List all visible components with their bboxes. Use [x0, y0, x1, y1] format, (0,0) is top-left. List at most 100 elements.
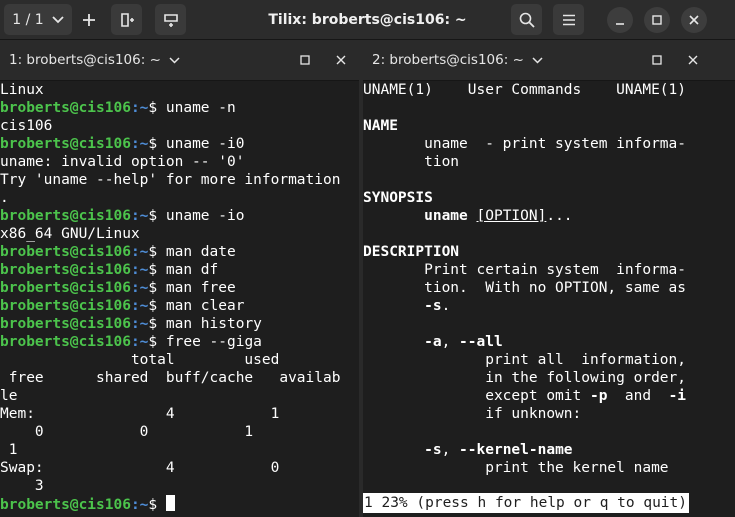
prompt-user: broberts@cis106	[0, 334, 131, 350]
prompt-command: $ free --giga	[148, 334, 262, 350]
window-title: Tilix: broberts@cis106: ~	[268, 12, 467, 28]
prompt-path: :~	[130, 100, 149, 116]
prompt-line: broberts@cis106:~$	[0, 495, 359, 513]
maximize-icon	[300, 55, 310, 65]
prompt-user: broberts@cis106	[0, 280, 131, 296]
output-line: uname: invalid option -- '0'	[0, 154, 245, 170]
man-line: in the following order,	[363, 370, 687, 386]
man-option: -s	[424, 442, 442, 458]
session-label: 1 / 1	[12, 11, 44, 28]
prompt-line: broberts@cis106:~$ man free	[0, 279, 359, 297]
output-line: Mem: 4 1	[0, 406, 280, 422]
prompt-command: $ uname -io	[148, 208, 245, 224]
right-terminal[interactable]: UNAME(1) User Commands UNAME(1) NAME unam…	[363, 81, 735, 517]
right-terminal-scrollbar[interactable]	[727, 81, 735, 517]
right-pane-maximize-button[interactable]	[646, 49, 668, 71]
prompt-command: $	[148, 497, 166, 513]
add-terminal-down-icon	[163, 13, 178, 27]
search-icon	[519, 12, 535, 28]
pager-status-line: 1 23% (press h for help or q to quit)	[363, 493, 690, 513]
prompt-user: broberts@cis106	[0, 208, 131, 224]
left-pane-close-button[interactable]	[330, 49, 352, 71]
man-line: except omit -p and -i	[363, 387, 735, 405]
output-line: 3	[0, 478, 44, 494]
prompt-command: $ man free	[148, 280, 236, 296]
man-text: ...	[546, 208, 573, 224]
session-switcher-button[interactable]: 1 / 1	[4, 4, 72, 35]
close-button[interactable]	[681, 7, 707, 33]
close-icon	[688, 55, 698, 65]
left-pane-title: 1: broberts@cis106: ~	[9, 52, 161, 68]
output-line: .	[0, 190, 9, 206]
man-line: print all information,	[363, 352, 687, 368]
prompt-line: broberts@cis106:~$ man clear	[0, 297, 359, 315]
man-text: .	[441, 298, 451, 314]
maximize-button[interactable]	[644, 7, 670, 33]
minimize-button[interactable]	[607, 7, 633, 33]
search-button[interactable]	[511, 4, 542, 35]
man-line	[363, 171, 735, 189]
output-line: cis106	[0, 118, 53, 134]
prompt-command: $ man history	[148, 316, 262, 332]
prompt-command: $ man clear	[148, 298, 245, 314]
menu-button[interactable]	[553, 4, 584, 35]
prompt-path: :~	[130, 497, 149, 513]
man-line: -s, --kernel-name	[363, 441, 735, 459]
split-right-button[interactable]	[111, 4, 142, 35]
maximize-icon	[652, 15, 662, 25]
output-line: Swap: 4 0	[0, 460, 280, 476]
output-line: Linux	[0, 82, 44, 98]
right-pane-title: 2: broberts@cis106: ~	[372, 52, 524, 68]
prompt-user: broberts@cis106	[0, 316, 131, 332]
man-option: -i	[668, 388, 687, 404]
man-text: ,	[441, 442, 460, 458]
prompt-line: broberts@cis106:~$ free --giga	[0, 333, 359, 351]
left-pane-maximize-button[interactable]	[294, 49, 316, 71]
terminal-cursor	[165, 495, 175, 511]
man-line: SYNOPSIS	[363, 189, 735, 207]
prompt-line: broberts@cis106:~$ man df	[0, 261, 359, 279]
prompt-path: :~	[130, 298, 149, 314]
prompt-user: broberts@cis106	[0, 244, 131, 260]
prompt-path: :~	[130, 316, 149, 332]
add-terminal-button[interactable]	[73, 4, 104, 35]
left-terminal[interactable]: Linux broberts@cis106:~$ uname -n cis106 br…	[0, 81, 359, 517]
prompt-command: $ man date	[148, 244, 236, 260]
prompt-line: broberts@cis106:~$ uname -n	[0, 99, 359, 117]
man-option: uname	[424, 208, 468, 224]
man-line: tion. With no OPTION, same as	[363, 280, 687, 296]
right-pane-close-button[interactable]	[682, 49, 704, 71]
prompt-line: broberts@cis106:~$ uname -io	[0, 207, 359, 225]
left-pane-title-button[interactable]: 1: broberts@cis106: ~	[9, 40, 180, 81]
man-text	[468, 208, 477, 224]
split-down-button[interactable]	[155, 4, 186, 35]
man-option: -p	[589, 388, 608, 404]
man-line: Print certain system informa-	[363, 262, 687, 278]
right-pane-title-button[interactable]: 2: broberts@cis106: ~	[372, 40, 543, 81]
prompt-command: $ uname -n	[148, 100, 236, 116]
prompt-user: broberts@cis106	[0, 262, 131, 278]
output-line: x86_64 GNU/Linux	[0, 226, 140, 242]
man-line: NAME	[363, 117, 735, 135]
minimize-icon	[616, 23, 624, 25]
man-option: --all	[459, 334, 503, 350]
man-section-heading: DESCRIPTION	[363, 244, 460, 260]
output-line: le	[0, 388, 18, 404]
prompt-path: :~	[130, 280, 149, 296]
prompt-line: broberts@cis106:~$ man date	[0, 243, 359, 261]
man-text: ,	[441, 334, 460, 350]
chevron-down-icon	[169, 57, 180, 64]
maximize-icon	[652, 55, 662, 65]
add-terminal-right-icon	[120, 12, 134, 27]
man-line: UNAME(1) User Commands UNAME(1)	[363, 82, 687, 98]
hamburger-menu-icon	[562, 14, 575, 25]
output-line: total used	[0, 352, 280, 368]
right-pane-header: 2: broberts@cis106: ~	[363, 40, 735, 81]
man-option: -s	[424, 298, 442, 314]
man-page-content: UNAME(1) User Commands UNAME(1) NAME unam…	[363, 81, 735, 477]
man-line	[363, 315, 735, 333]
